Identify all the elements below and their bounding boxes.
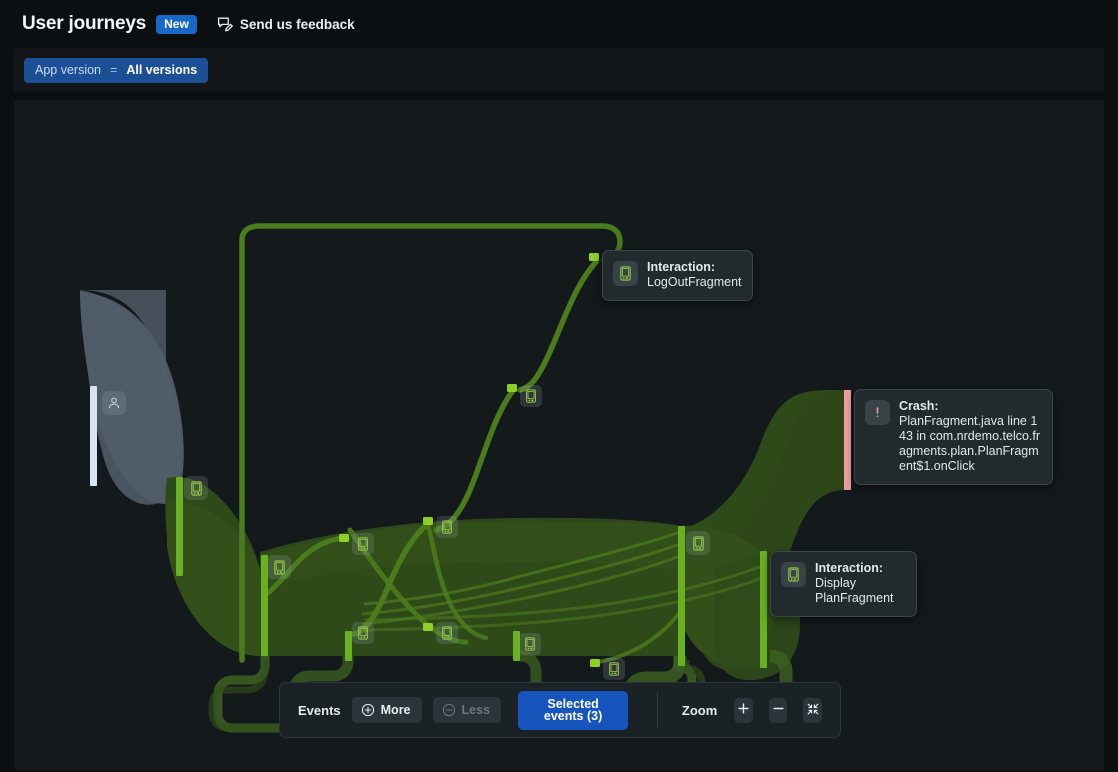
fit-to-screen-icon: [806, 702, 820, 719]
tooltip-title: Interaction:: [815, 561, 884, 575]
mobile-screen-icon: [357, 626, 369, 640]
node-stub-logout: [589, 253, 599, 261]
node-icon-mid1[interactable]: [352, 622, 374, 644]
more-events-button[interactable]: More: [351, 697, 422, 723]
node-icon-plan[interactable]: [686, 531, 710, 555]
mobile-screen-icon: [441, 520, 453, 534]
zoom-in-button[interactable]: [734, 697, 753, 723]
mobile-screen-icon: [613, 261, 638, 286]
controls-divider: [657, 692, 658, 728]
alert-exclamation-icon: [865, 400, 890, 425]
node-icon-upper[interactable]: [520, 385, 542, 407]
less-events-button[interactable]: Less: [432, 697, 502, 723]
tooltip-crash[interactable]: Crash: PlanFragment.java line 143 in com…: [854, 389, 1053, 485]
minus-circle-icon: [442, 703, 456, 717]
filter-bar: App version = All versions: [14, 48, 1104, 92]
more-events-label: More: [380, 702, 411, 717]
node-icon-step-c[interactable]: [436, 622, 458, 644]
node-icon-entry[interactable]: [102, 391, 126, 415]
events-label: Events: [298, 702, 341, 718]
page-title: User journeys: [22, 13, 147, 34]
journey-canvas[interactable]: Interaction: LogOutFragment Crash: PlanF…: [14, 100, 1104, 770]
filter-value: All versions: [126, 62, 198, 77]
new-badge: New: [156, 14, 197, 34]
user-icon: [107, 396, 121, 410]
zoom-out-button[interactable]: [768, 697, 788, 723]
tooltip-body: LogOutFragment: [647, 275, 742, 289]
mobile-screen-icon: [781, 562, 806, 587]
mobile-screen-icon: [441, 626, 453, 640]
page-header: User journeys New Send us feedback: [0, 0, 1118, 48]
node-stub-upper: [507, 384, 517, 392]
node-icon-step-d[interactable]: [603, 658, 625, 680]
tooltip-logout-interaction[interactable]: Interaction: LogOutFragment: [602, 250, 753, 301]
tooltip-body: PlanFragment.java line 143 in com.nrdemo…: [899, 414, 1041, 473]
node-bar-plan: [678, 526, 685, 666]
node-stub-c: [423, 623, 433, 631]
mobile-screen-icon: [525, 389, 537, 403]
node-icon-mid2[interactable]: [519, 633, 541, 655]
node-icon-home[interactable]: [267, 555, 291, 579]
tooltip-plan-interaction[interactable]: Interaction: Display PlanFragment: [770, 551, 917, 617]
node-icon-step-b[interactable]: [436, 516, 458, 538]
mobile-screen-icon: [273, 559, 286, 575]
plus-icon: [737, 702, 750, 718]
send-feedback-link[interactable]: Send us feedback: [217, 16, 355, 32]
less-events-label: Less: [461, 702, 491, 717]
filter-operator: =: [110, 62, 118, 77]
mobile-screen-icon: [692, 535, 705, 551]
plus-circle-icon: [361, 703, 375, 717]
mobile-screen-icon: [524, 637, 536, 651]
tooltip-title: Interaction:: [647, 260, 716, 274]
mobile-screen-icon: [357, 537, 369, 551]
node-bar-entry: [90, 386, 97, 486]
graph-controls-bar: Events More Less Selected events (3) Zoo…: [279, 682, 841, 738]
filter-key: App version: [35, 62, 102, 77]
minus-icon: [772, 702, 785, 718]
send-feedback-label: Send us feedback: [239, 16, 355, 32]
mobile-screen-icon: [608, 662, 620, 676]
zoom-fit-button[interactable]: [803, 697, 823, 723]
node-bar-mid1: [345, 631, 352, 661]
tooltip-body: Display PlanFragment: [815, 576, 894, 605]
zoom-label: Zoom: [681, 702, 718, 718]
node-icon-launch[interactable]: [184, 476, 208, 500]
node-icon-step-a[interactable]: [352, 533, 374, 555]
filter-pill-app-version[interactable]: App version = All versions: [24, 57, 209, 83]
node-stub-a: [339, 534, 349, 542]
node-bar-crash: [844, 390, 851, 490]
feedback-pencil-icon: [217, 16, 233, 32]
node-bar-launch: [176, 477, 183, 576]
node-bar-display: [760, 551, 767, 668]
node-stub-d: [590, 659, 600, 667]
tooltip-title: Crash:: [899, 399, 939, 413]
selected-events-button[interactable]: Selected events (3): [518, 690, 629, 730]
mobile-screen-icon: [190, 480, 203, 496]
node-stub-b: [423, 517, 433, 525]
